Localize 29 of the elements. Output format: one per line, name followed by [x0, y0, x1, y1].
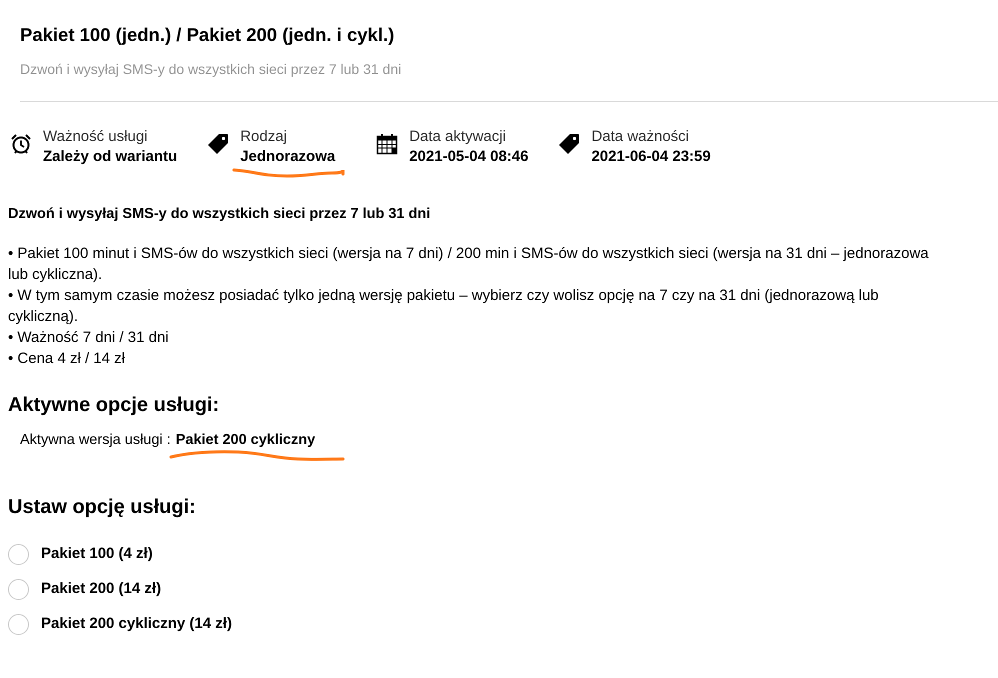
info-value: 2021-05-04 08:46	[409, 147, 528, 167]
info-value: 2021-06-04 23:59	[591, 147, 711, 167]
option-label[interactable]: Pakiet 200 cykliczny (14 zł)	[41, 612, 232, 636]
info-value: Jednorazowa	[240, 147, 336, 167]
active-version-label: Aktywna wersja usługi :	[20, 431, 171, 450]
calendar-icon	[376, 133, 398, 155]
radio-button[interactable]	[8, 578, 29, 600]
description-heading: Dzwoń i wysyłaj SMS-y do wszystkich sieci przez 7 lub 31 dni	[8, 205, 432, 224]
option-label[interactable]: Pakiet 200 (14 zł)	[41, 577, 162, 601]
bullet-text: • Cena 4 zł / 14 zł	[8, 349, 126, 369]
page-subtitle: Dzwoń i wysyłaj SMS-y do wszystkich sieci przez 7 lub 31 dni	[20, 60, 402, 79]
info-value: Zależy od wariantu	[43, 147, 178, 167]
alarm-clock-icon	[10, 133, 32, 155]
section-heading: Aktywne opcje usługi:	[8, 393, 220, 418]
tag-icon	[207, 133, 230, 155]
section-heading: Ustaw opcję usługi:	[8, 495, 197, 520]
tag-icon	[558, 133, 580, 155]
bullet-text: • Pakiet 100 minut i SMS-ów do wszystkich sieci (wersja na 7 dni) / 200 min i SMS-ów do wszystkich sieci (wersja na 31 dni – jednorazowa lub cykliczna).	[8, 244, 930, 285]
option-label[interactable]: Pakiet 100 (4 zł)	[41, 542, 153, 566]
info-label: Data ważności	[591, 127, 690, 147]
page-title: Pakiet 100 (jedn.) / Pakiet 200 (jedn. i cykl.)	[20, 23, 396, 47]
bullet-text: • Ważność 7 dni / 31 dni	[8, 328, 170, 348]
bullet-text: • W tym samym czasie możesz posiadać tylko jedną wersję pakietu – wybierz czy wolisz opcję na 7 czy na 31 dni (jednorazową lub cykliczną).	[8, 286, 880, 327]
active-version-value: Pakiet 200 cykliczny	[176, 432, 316, 448]
radio-button[interactable]	[8, 614, 29, 634]
radio-button[interactable]	[8, 544, 29, 564]
info-label: Ważność usługi	[43, 127, 148, 147]
info-label: Rodzaj	[240, 127, 288, 147]
info-label: Data aktywacji	[409, 127, 507, 147]
